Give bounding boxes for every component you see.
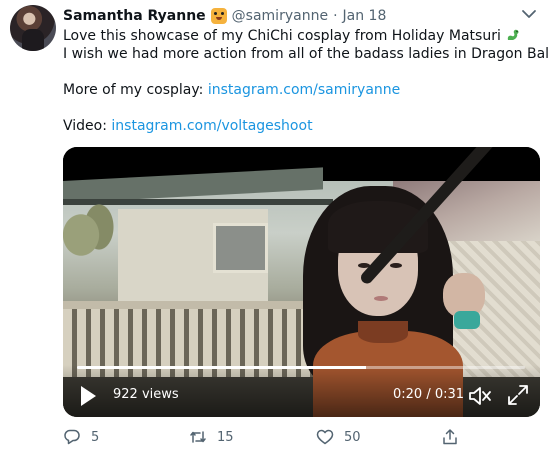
video-progress-fill	[77, 366, 366, 369]
author-handle[interactable]: @samiryanne	[232, 8, 328, 24]
author-name[interactable]: Samantha Ryanne	[63, 8, 206, 24]
retweet-button[interactable]: 15	[189, 427, 234, 447]
video-prefix: Video:	[63, 118, 112, 134]
reply-icon	[64, 429, 80, 445]
tweet-actions: 5 15 50	[63, 427, 533, 447]
cosplay-link[interactable]: instagram.com/samiryanne	[208, 82, 400, 98]
reply-button[interactable]: 5	[63, 427, 99, 447]
heart-icon	[316, 429, 334, 445]
tweet-line-1: Love this showcase of my ChiChi cosplay …	[63, 27, 543, 45]
tweet-date[interactable]: Jan 18	[343, 8, 387, 24]
video-time: 0:20 / 0:31	[393, 387, 465, 402]
retweet-count: 15	[217, 429, 234, 445]
avatar[interactable]	[10, 5, 56, 51]
video-views: 922 views	[113, 387, 179, 402]
video-player[interactable]: 922 views 0:20 / 0:31	[63, 147, 540, 417]
retweet-icon	[190, 431, 206, 443]
like-button[interactable]: 50	[316, 427, 361, 447]
separator-dot: ·	[333, 8, 338, 24]
share-button[interactable]	[441, 427, 469, 447]
dragon-emoji-icon	[507, 29, 519, 40]
tweet[interactable]: Samantha Ryanne @samiryanne · Jan 18 Lov…	[0, 0, 550, 452]
tiger-face-emoji-icon	[210, 8, 227, 24]
tweet-line-video: Video: instagram.com/voltageshoot	[63, 117, 543, 135]
tweet-line-1-text: Love this showcase of my ChiChi cosplay …	[63, 28, 501, 44]
chevron-down-icon[interactable]	[520, 7, 538, 21]
share-icon	[443, 429, 457, 445]
tweet-line-2: I wish we had more action from all of th…	[63, 46, 550, 62]
video-progress-bar[interactable]	[77, 366, 525, 369]
play-icon[interactable]	[79, 385, 97, 407]
reply-count: 5	[91, 429, 100, 445]
like-count: 50	[344, 429, 361, 445]
tweet-text: Love this showcase of my ChiChi cosplay …	[63, 27, 550, 135]
fullscreen-icon[interactable]	[506, 383, 530, 407]
video-link[interactable]: instagram.com/voltageshoot	[111, 118, 312, 134]
cosplay-prefix: More of my cosplay:	[63, 82, 208, 98]
volume-muted-icon[interactable]	[468, 384, 494, 408]
tweet-header: Samantha Ryanne @samiryanne · Jan 18	[63, 6, 386, 26]
tweet-line-cosplay: More of my cosplay: instagram.com/samiry…	[63, 81, 543, 99]
